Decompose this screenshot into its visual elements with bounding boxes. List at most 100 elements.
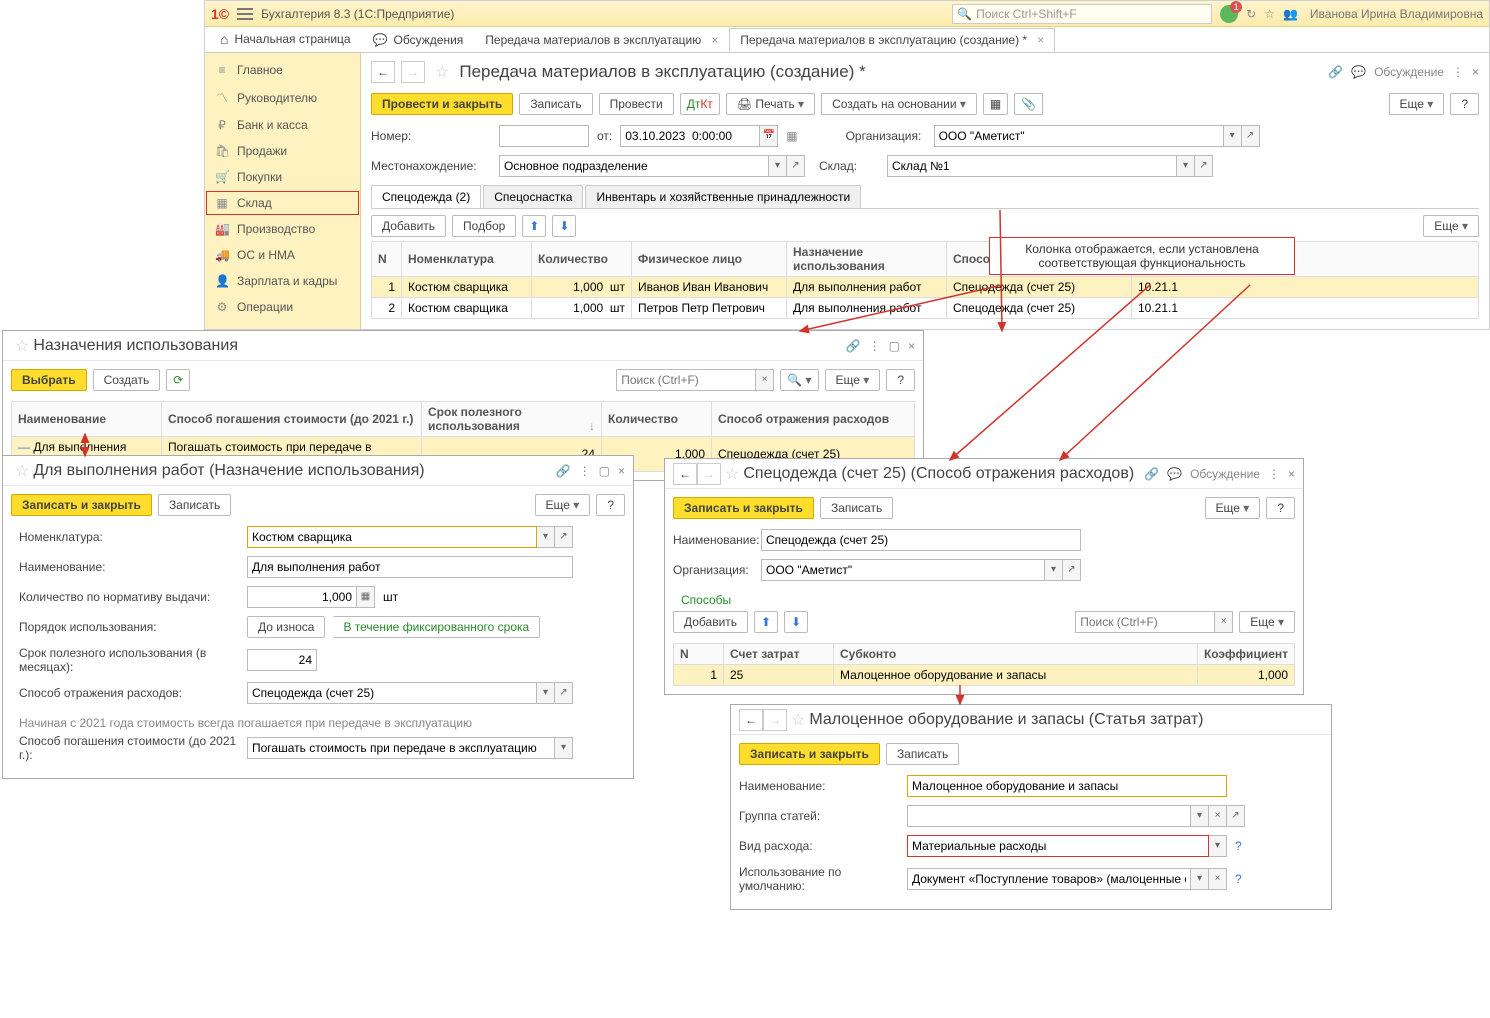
sidebar-item-manager[interactable]: 〽Руководителю [205, 83, 360, 112]
group-input[interactable] [907, 805, 1191, 827]
dropdown-icon[interactable]: ▾ [555, 737, 573, 759]
sidebar-item-warehouse[interactable]: ▦Склад [205, 190, 360, 216]
term-input[interactable] [247, 649, 317, 671]
kebab-icon[interactable]: ⋮ [1268, 467, 1280, 481]
kebab-icon[interactable]: ⋮ [869, 339, 881, 353]
tab-equipment[interactable]: Спецоснастка [483, 185, 583, 208]
star-icon[interactable]: ☆ [791, 710, 805, 730]
tab-clothing[interactable]: Спецодежда (2) [371, 185, 481, 208]
discuss-label[interactable]: Обсуждение [1374, 65, 1444, 79]
close-icon[interactable]: × [1288, 467, 1295, 481]
close-icon[interactable]: × [1037, 33, 1044, 47]
dropdown-icon[interactable]: ▾ [1177, 155, 1195, 177]
qty-input[interactable] [247, 586, 357, 608]
link-icon[interactable]: 🔗 [556, 464, 571, 478]
close-icon[interactable]: × [618, 464, 625, 478]
choose-button[interactable]: Выбрать [11, 369, 87, 391]
post-close-button[interactable]: Провести и закрыть [371, 93, 513, 115]
name-input[interactable] [761, 529, 1081, 551]
kebab-icon[interactable]: ⋮ [579, 464, 591, 478]
link-icon[interactable]: 🔗 [1144, 467, 1159, 481]
calendar-small-icon[interactable]: ▦ [786, 129, 797, 143]
tab-inventory[interactable]: Инвентарь и хозяйственные принадлежности [585, 185, 861, 208]
post-button[interactable]: Провести [599, 93, 674, 115]
nav-back-button[interactable]: ← [371, 61, 395, 83]
nav-back-button[interactable]: ← [739, 709, 763, 731]
notifications-icon[interactable] [1220, 5, 1238, 23]
dropdown-icon[interactable]: ▾ [537, 682, 555, 704]
tab-transfer-create[interactable]: Передача материалов в эксплуатацию (созд… [729, 28, 1055, 52]
move-down-button[interactable]: ⬇ [552, 215, 576, 237]
warehouse-input[interactable] [887, 155, 1177, 177]
number-input[interactable] [499, 125, 589, 147]
close-icon[interactable]: × [908, 339, 915, 353]
clear-icon[interactable]: × [1209, 805, 1227, 827]
more-button[interactable]: Еще [1239, 611, 1295, 633]
sidebar-item-operations[interactable]: ⚙Операции [205, 294, 360, 320]
star-icon[interactable]: ☆ [725, 464, 739, 484]
dropdown-icon[interactable]: ▾ [1191, 868, 1209, 890]
sidebar-item-main[interactable]: ≡Главное [205, 57, 360, 83]
save-button[interactable]: Записать [519, 93, 592, 115]
calc-icon[interactable]: ▦ [357, 586, 375, 608]
org-input[interactable] [934, 125, 1224, 147]
close-icon[interactable]: × [711, 33, 718, 47]
discuss-label[interactable]: Обсуждение [1190, 467, 1260, 481]
print-button[interactable]: 🖨 Печать [726, 93, 815, 115]
create-based-button[interactable]: Создать на основании [821, 93, 977, 115]
current-user[interactable]: Иванова Ирина Владимировна [1310, 7, 1483, 21]
nom-input[interactable] [247, 526, 537, 548]
open-icon[interactable]: ↗ [1227, 805, 1245, 827]
dropdown-icon[interactable]: ▾ [1209, 835, 1227, 857]
star-icon[interactable]: ☆ [435, 62, 449, 82]
save-button[interactable]: Записать [820, 497, 893, 519]
more-button[interactable]: Еще [1423, 215, 1479, 237]
link-icon[interactable]: 🔗 [846, 339, 861, 353]
global-search[interactable]: 🔍 Поиск Ctrl+Shift+F [952, 4, 1212, 24]
tab-transfer-list[interactable]: Передача материалов в эксплуатацию× [474, 28, 729, 52]
discuss-icon[interactable]: 💬 [1167, 467, 1182, 481]
move-up-button[interactable]: ⬆ [522, 215, 546, 237]
kebab-icon[interactable]: ⋮ [1452, 65, 1464, 79]
favorite-icon[interactable]: ☆ [1264, 7, 1275, 21]
close-icon[interactable]: × [1472, 65, 1479, 79]
menu-icon[interactable] [237, 8, 253, 20]
tab-discussions[interactable]: Обсуждения [362, 28, 475, 52]
method-input[interactable] [247, 737, 555, 759]
nav-back-button[interactable]: ← [673, 463, 697, 485]
help-button[interactable]: ? [1450, 93, 1479, 115]
name-input[interactable] [907, 775, 1227, 797]
clear-icon[interactable]: × [1209, 868, 1227, 890]
dropdown-icon[interactable]: ▾ [537, 526, 555, 548]
open-icon[interactable]: ↗ [1195, 155, 1213, 177]
find-button[interactable]: 🔍 [780, 369, 818, 391]
open-icon[interactable]: ↗ [787, 155, 805, 177]
refresh-button[interactable]: ⟳ [166, 369, 190, 391]
save-close-button[interactable]: Записать и закрыть [673, 497, 814, 519]
save-button[interactable]: Записать [886, 743, 959, 765]
more-button[interactable]: Еще [1205, 497, 1261, 519]
maximize-icon[interactable]: ▢ [599, 464, 610, 478]
report-button[interactable]: ▦ [983, 93, 1008, 115]
dropdown-icon[interactable]: ▾ [769, 155, 787, 177]
help-button[interactable]: ? [886, 369, 915, 391]
location-input[interactable] [499, 155, 769, 177]
sidebar-item-bank[interactable]: ₽Банк и касса [205, 112, 360, 138]
open-icon[interactable]: ↗ [555, 682, 573, 704]
sidebar-item-purchases[interactable]: 🛒Покупки [205, 164, 360, 190]
calendar-icon[interactable]: 📅 [760, 125, 778, 147]
type-input[interactable] [907, 835, 1209, 857]
more-button[interactable]: Еще [1389, 93, 1445, 115]
dtct-button[interactable]: ДтКт [680, 93, 720, 115]
open-icon[interactable]: ↗ [555, 526, 573, 548]
sidebar-item-salary[interactable]: 👤Зарплата и кадры [205, 268, 360, 294]
dropdown-icon[interactable]: ▾ [1224, 125, 1242, 147]
expense-input[interactable] [247, 682, 537, 704]
move-down-button[interactable]: ⬇ [784, 611, 808, 633]
help-button[interactable]: ? [1266, 497, 1295, 519]
default-input[interactable] [907, 868, 1191, 890]
table-row[interactable]: 2 Костюм сварщика 1,000 шт Петров Петр П… [372, 298, 1479, 319]
date-input[interactable] [620, 125, 760, 147]
star-icon[interactable]: ☆ [15, 461, 29, 481]
order-fixed-button[interactable]: В течение фиксированного срока [333, 616, 540, 638]
